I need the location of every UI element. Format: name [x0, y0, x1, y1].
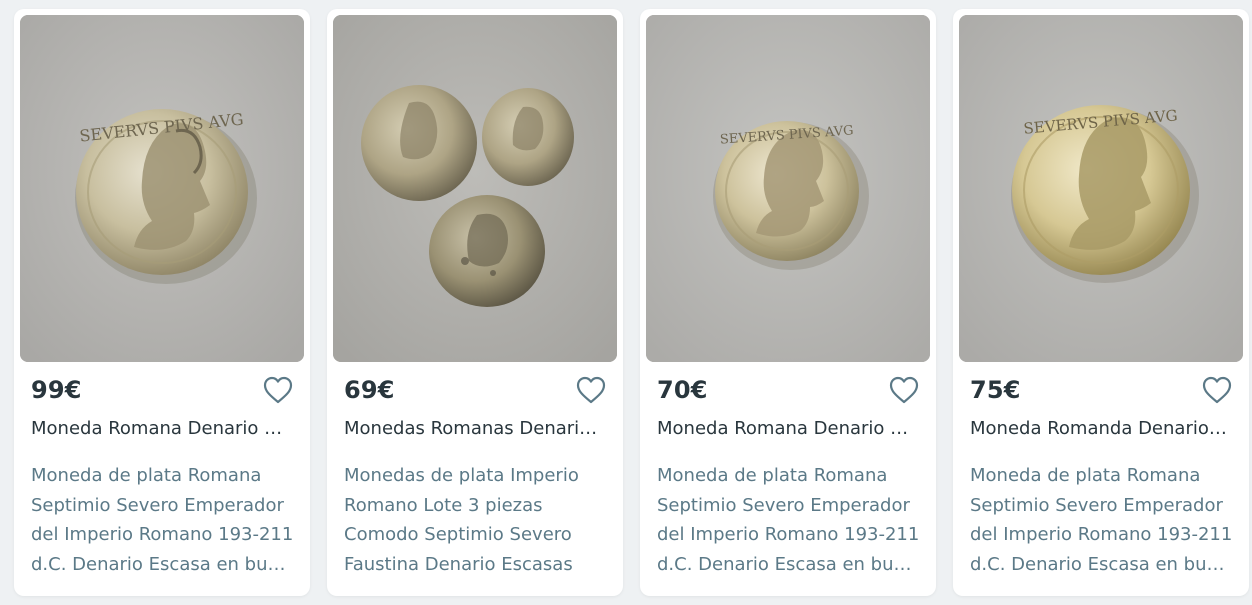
- product-description: Monedas de plata Imperio Romano Lote 3 p…: [344, 465, 579, 575]
- product-description: Moneda de plata Romana Septimio Severo E…: [657, 465, 920, 575]
- product-title[interactable]: Moneda Romana Denario Septimio Severo: [657, 418, 919, 439]
- price: 69€: [344, 376, 395, 404]
- heart-outline-icon: [1202, 376, 1232, 404]
- product-title[interactable]: Monedas Romanas Denario Lote 3 piezas: [344, 418, 606, 439]
- product-title[interactable]: Moneda Romanda Denario Septimio Severo: [970, 418, 1232, 439]
- favorite-button[interactable]: [1201, 375, 1233, 405]
- product-photo[interactable]: SEVERVS PIVS AVG: [646, 15, 930, 362]
- product-grid: SEVERVS PIVS AVG 99€ Moneda Romana Denar…: [0, 0, 1252, 605]
- favorite-button[interactable]: [888, 375, 920, 405]
- heart-outline-icon: [576, 376, 606, 404]
- price: 75€: [970, 376, 1021, 404]
- product-description: Moneda de plata Romana Septimio Severo E…: [31, 465, 294, 575]
- product-photo[interactable]: SEVERVS PIVS AVG: [959, 15, 1243, 362]
- price: 70€: [657, 376, 708, 404]
- product-photo[interactable]: [333, 15, 617, 362]
- product-photo[interactable]: SEVERVS PIVS AVG: [20, 15, 304, 362]
- product-card[interactable]: SEVERVS PIVS AVG 75€ Moneda Romanda Dena…: [953, 9, 1249, 596]
- product-description: Moneda de plata Romana Septimio Severo E…: [970, 465, 1233, 575]
- product-card[interactable]: 69€ Monedas Romanas Denario Lote 3 pieza…: [327, 9, 623, 596]
- favorite-button[interactable]: [262, 375, 294, 405]
- heart-outline-icon: [889, 376, 919, 404]
- product-card[interactable]: SEVERVS PIVS AVG 70€ Moneda Romana Denar…: [640, 9, 936, 596]
- product-card[interactable]: SEVERVS PIVS AVG 99€ Moneda Romana Denar…: [14, 9, 310, 596]
- product-title[interactable]: Moneda Romana Denario Septimio Severo: [31, 418, 293, 439]
- heart-outline-icon: [263, 376, 293, 404]
- price: 99€: [31, 376, 82, 404]
- favorite-button[interactable]: [575, 375, 607, 405]
